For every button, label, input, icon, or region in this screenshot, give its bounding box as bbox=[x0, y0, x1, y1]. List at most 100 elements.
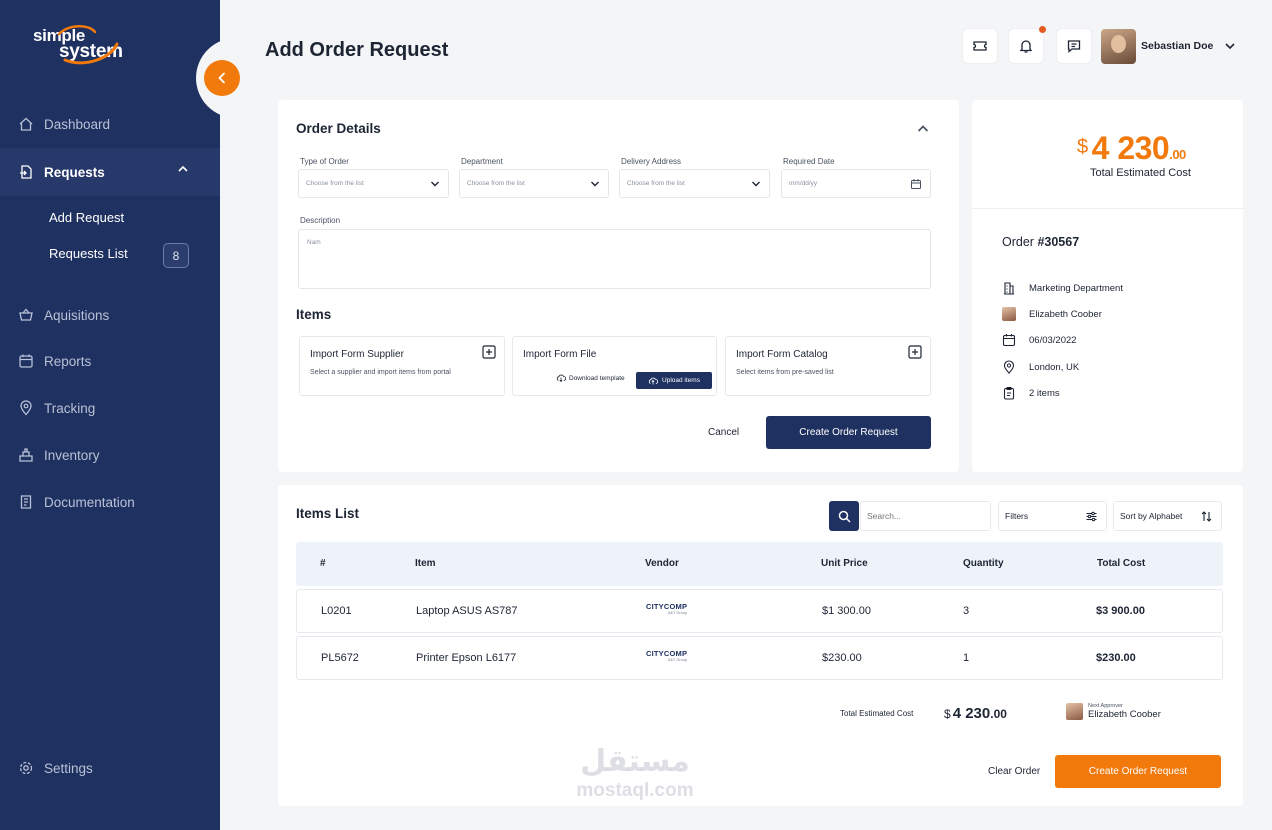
sidebar-item-label: Inventory bbox=[44, 447, 100, 463]
sort-dropdown[interactable]: Sort by Alphabet bbox=[1113, 501, 1222, 531]
order-date: 06/03/2022 bbox=[1029, 334, 1077, 346]
document-icon bbox=[18, 494, 34, 510]
add-square-icon[interactable] bbox=[482, 345, 496, 359]
location-icon bbox=[18, 400, 34, 416]
sort-label: Sort by Alphabet bbox=[1120, 511, 1183, 521]
total-estimated-cost-label: Total Estimated Cost bbox=[1090, 167, 1191, 179]
cancel-button[interactable]: Cancel bbox=[708, 427, 739, 438]
sidebar-item-dashboard[interactable]: Dashboard bbox=[0, 102, 220, 146]
table-header: # Item Vendor Unit Price Quantity Total … bbox=[296, 542, 1223, 586]
create-order-request-button[interactable]: Create Order Request bbox=[766, 416, 931, 449]
chevron-up-icon[interactable] bbox=[917, 124, 929, 133]
watermark-arabic: مستقل bbox=[580, 744, 690, 779]
column-header-unit-price: Unit Price bbox=[821, 558, 868, 569]
create-order-request-primary-button[interactable]: Create Order Request bbox=[1055, 755, 1221, 788]
column-header-total-cost: Total Cost bbox=[1097, 558, 1146, 569]
sidebar-subitem-add-request[interactable]: Add Request bbox=[49, 210, 124, 225]
row-id: L0201 bbox=[321, 605, 352, 617]
row-unit-price: $1 300.00 bbox=[822, 605, 871, 617]
summary-date: 06/03/2022 bbox=[1002, 333, 1077, 347]
bell-icon bbox=[1019, 40, 1033, 53]
next-approver: Next Approver Elizabeth Coober bbox=[1066, 703, 1161, 720]
import-card-subtitle: Select items from pre-saved list bbox=[736, 369, 834, 376]
notifications-button[interactable] bbox=[1008, 26, 1046, 64]
description-textarea[interactable]: Nam bbox=[298, 229, 931, 289]
row-quantity: 1 bbox=[963, 652, 970, 664]
import-card-title: Import Form Catalog bbox=[736, 349, 828, 360]
vendor-subtitle: S&T Group bbox=[667, 658, 688, 662]
type-of-order-select[interactable]: Choose from the list bbox=[298, 169, 449, 198]
import-card-title: Import Form Supplier bbox=[310, 349, 404, 360]
filters-button[interactable]: Filters bbox=[998, 501, 1107, 531]
description-label: Description bbox=[300, 216, 341, 225]
required-date-input[interactable]: mm/dd/yy bbox=[781, 169, 931, 198]
required-date-label: Required Date bbox=[783, 157, 835, 166]
ticket-button[interactable] bbox=[962, 28, 998, 64]
sort-arrows-icon bbox=[1201, 511, 1212, 522]
currency-symbol: $ bbox=[944, 707, 951, 721]
sidebar-item-label: Reports bbox=[44, 353, 92, 369]
row-id: PL5672 bbox=[321, 652, 359, 664]
approver-avatar bbox=[1066, 703, 1083, 720]
order-number: Order #30567 bbox=[1002, 235, 1079, 249]
calendar-icon bbox=[1002, 333, 1016, 347]
inventory-icon bbox=[18, 447, 34, 463]
building-icon bbox=[1002, 281, 1016, 295]
sidebar-subitem-requests-list[interactable]: Requests List bbox=[49, 246, 128, 261]
sidebar-item-aquisitions[interactable]: Aquisitions bbox=[0, 293, 220, 337]
cost-decimals: .00 bbox=[1169, 147, 1186, 162]
user-menu[interactable]: Sebastian Doe bbox=[1101, 28, 1235, 64]
column-header-quantity: Quantity bbox=[963, 558, 1004, 569]
chat-icon bbox=[1067, 40, 1081, 53]
messages-button[interactable] bbox=[1056, 28, 1092, 64]
footer-total-value: $4 230.00 bbox=[944, 705, 1007, 722]
order-id: #30567 bbox=[1037, 235, 1080, 249]
sidebar-item-label: Aquisitions bbox=[44, 307, 110, 323]
chevron-down-icon[interactable] bbox=[1225, 42, 1235, 50]
order-details-title: Order Details bbox=[296, 121, 381, 136]
vendor-name: CITYCOMP bbox=[646, 602, 688, 611]
table-row[interactable]: PL5672 Printer Epson L6177 CITYCOMP S&T G… bbox=[296, 636, 1223, 680]
logo[interactable]: simple system bbox=[33, 22, 153, 66]
department-select[interactable]: Choose from the list bbox=[459, 169, 609, 198]
sidebar-item-inventory[interactable]: Inventory bbox=[0, 433, 220, 477]
watermark: مستقل mostaql.com bbox=[558, 745, 712, 807]
row-total-cost: $230.00 bbox=[1096, 652, 1136, 664]
column-header-vendor: Vendor bbox=[645, 558, 679, 569]
table-row[interactable]: L0201 Laptop ASUS AS787 CITYCOMP S&T Grou… bbox=[296, 589, 1223, 633]
sidebar-item-reports[interactable]: Reports bbox=[0, 339, 220, 383]
download-template-link[interactable]: Download template bbox=[556, 374, 625, 382]
sidebar-collapse-button[interactable] bbox=[204, 60, 240, 96]
import-card-subtitle: Select a supplier and import items from … bbox=[310, 369, 451, 376]
location-icon bbox=[1002, 360, 1016, 374]
delivery-address-select[interactable]: Choose from the list bbox=[619, 169, 770, 198]
import-from-file-card: Import Form File Download template Uploa… bbox=[512, 336, 717, 396]
upload-items-button[interactable]: Upload items bbox=[636, 372, 712, 389]
search-button[interactable] bbox=[829, 501, 859, 531]
type-of-order-label: Type of Order bbox=[300, 157, 349, 166]
avatar bbox=[1101, 28, 1136, 64]
summary-location: London, UK bbox=[1002, 360, 1079, 374]
search-input[interactable] bbox=[860, 501, 991, 531]
chevron-down-icon bbox=[752, 181, 760, 187]
sidebar-item-label: Dashboard bbox=[44, 116, 111, 132]
add-square-icon[interactable] bbox=[908, 345, 922, 359]
sidebar-item-documentation[interactable]: Documentation bbox=[0, 480, 220, 524]
sidebar-item-settings[interactable]: Settings bbox=[0, 746, 220, 790]
import-from-catalog-card[interactable]: Import Form Catalog Select items from pr… bbox=[725, 336, 931, 396]
delivery-address-label: Delivery Address bbox=[621, 157, 682, 166]
calendar-icon[interactable] bbox=[910, 178, 922, 190]
requests-count-badge: 8 bbox=[163, 243, 189, 268]
row-quantity: 3 bbox=[963, 605, 970, 617]
row-item: Laptop ASUS AS787 bbox=[416, 605, 518, 617]
order-location: London, UK bbox=[1029, 361, 1080, 373]
chevron-up-icon[interactable] bbox=[178, 165, 188, 173]
clear-order-button[interactable]: Clear Order bbox=[988, 766, 1040, 777]
currency-symbol: $ bbox=[1077, 136, 1088, 158]
user-name: Sebastian Doe bbox=[1141, 40, 1214, 52]
sidebar-item-requests[interactable]: Requests bbox=[0, 148, 220, 196]
sidebar-item-tracking[interactable]: Tracking bbox=[0, 386, 220, 430]
summary-department: Marketing Department bbox=[1002, 281, 1123, 295]
import-from-supplier-card[interactable]: Import Form Supplier Select a supplier a… bbox=[299, 336, 505, 396]
ticket-icon bbox=[973, 41, 987, 51]
